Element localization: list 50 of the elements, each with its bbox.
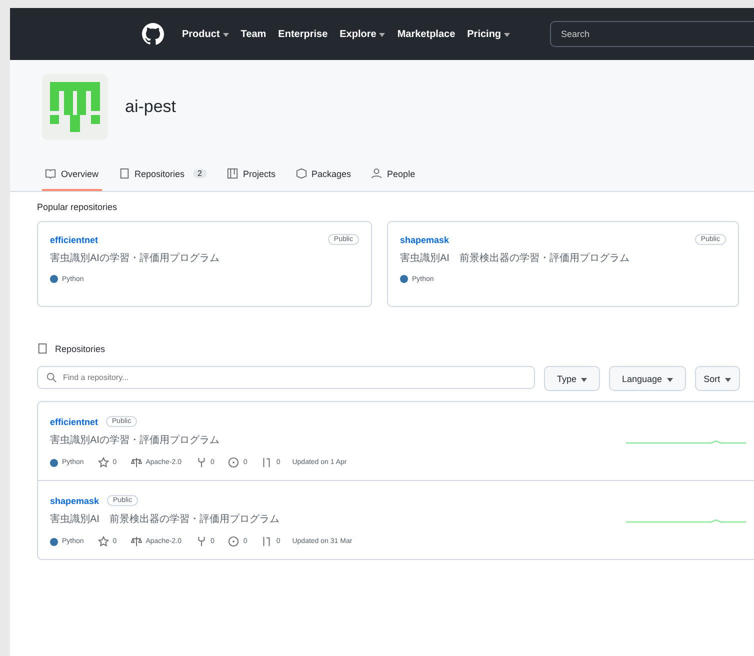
pull-request-icon bbox=[261, 457, 272, 468]
star-icon bbox=[98, 457, 109, 468]
organization-name: ai-pest bbox=[125, 97, 176, 117]
tab[interactable]: Packages bbox=[292, 160, 354, 191]
repository-link[interactable]: efficientnet bbox=[50, 234, 98, 244]
caret-icon bbox=[581, 378, 588, 382]
caret-icon bbox=[379, 32, 386, 36]
nav-link[interactable]: Team bbox=[240, 28, 266, 40]
star-icon bbox=[98, 536, 109, 547]
table-icon bbox=[227, 168, 238, 179]
scale-icon bbox=[130, 457, 142, 468]
caret-icon bbox=[504, 32, 510, 36]
section-title: Popular repositories bbox=[37, 202, 118, 212]
nav-link[interactable]: Marketplace bbox=[397, 28, 456, 40]
repository-description: 害虫識別AIの学習・評価用プログラム bbox=[50, 252, 220, 265]
filter-button[interactable]: Sort bbox=[694, 366, 740, 391]
tab[interactable]: Projects bbox=[224, 160, 279, 191]
caret-icon bbox=[724, 378, 731, 382]
nav-link[interactable]: Explore bbox=[340, 28, 386, 40]
caret-icon bbox=[666, 378, 673, 382]
nav-link[interactable]: Pricing bbox=[467, 28, 510, 40]
tab[interactable]: People bbox=[368, 160, 418, 191]
scale-icon bbox=[130, 536, 142, 547]
search-field[interactable]: Search bbox=[550, 21, 754, 47]
logo-icon[interactable] bbox=[142, 23, 164, 45]
issue-icon bbox=[228, 536, 240, 547]
repository-description: 害虫識別AI 前景検出器の学習・評価用プログラム bbox=[50, 512, 280, 526]
person-icon bbox=[371, 168, 382, 179]
repository-link[interactable]: efficientnet bbox=[50, 416, 98, 426]
issue-icon bbox=[228, 457, 240, 468]
repository-description: 害虫識別AIの学習・評価用プログラム bbox=[50, 434, 220, 447]
nav-link[interactable]: Product bbox=[182, 28, 229, 40]
filter-button[interactable]: Language bbox=[609, 366, 686, 391]
section-title: Repositories bbox=[55, 344, 106, 354]
repository-icon bbox=[37, 343, 48, 354]
package-icon bbox=[296, 168, 307, 179]
caret-icon bbox=[222, 32, 229, 36]
tab[interactable]: Repositories 2 bbox=[116, 160, 210, 191]
pull-request-icon bbox=[261, 536, 272, 547]
fork-icon bbox=[196, 536, 207, 547]
fork-icon bbox=[196, 457, 207, 468]
book-icon bbox=[45, 168, 56, 179]
repository-description: 害虫識別AI 前景検出器の学習・評価用プログラム bbox=[400, 252, 630, 265]
repository-link[interactable]: shapemask bbox=[400, 234, 450, 244]
avatar-icon bbox=[42, 74, 108, 140]
repository-icon bbox=[118, 168, 130, 179]
filter-button[interactable]: Type bbox=[544, 366, 600, 391]
tab[interactable]: Overview bbox=[42, 160, 102, 191]
nav-link[interactable]: Enterprise bbox=[278, 28, 328, 40]
repository-link[interactable]: shapemask bbox=[50, 496, 100, 506]
